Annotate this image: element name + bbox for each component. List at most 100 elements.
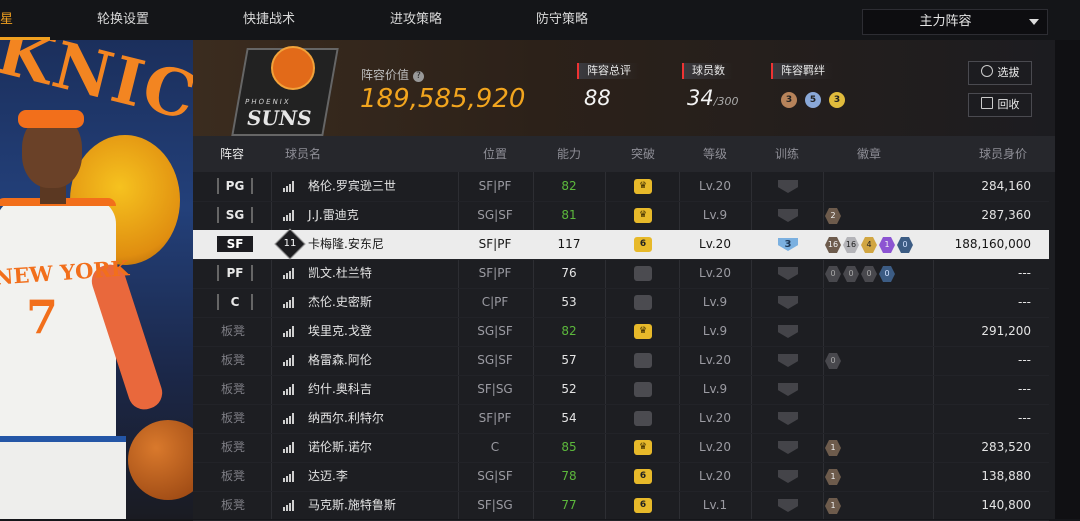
tab-rotation-settings[interactable]: 轮换设置	[80, 0, 166, 40]
shorts	[0, 436, 126, 519]
badge-icon[interactable]: 0	[879, 266, 895, 282]
header-badges[interactable]: 徽章	[833, 136, 905, 172]
player-portrait: KNICKS NEW YORK 7	[0, 40, 193, 519]
badge-icon[interactable]: 2	[825, 208, 841, 224]
header-value[interactable]: 球员身价	[953, 136, 1053, 172]
player-name[interactable]: 格雷森.阿伦	[308, 346, 372, 375]
player-name[interactable]: 埃里克.戈登	[308, 317, 372, 346]
signal-bars-icon	[283, 326, 297, 337]
player-ability: 54	[561, 411, 577, 425]
player-name[interactable]: 达迈.李	[308, 462, 348, 491]
signal-bar	[286, 302, 288, 308]
badge-icon[interactable]: 1	[879, 237, 895, 253]
player-table: 阵容 球员名 位置 能力 突破 等级 训练 徽章 球员身价 PG 格伦.罗宾逊三世…	[193, 136, 1055, 521]
table-row[interactable]: 板凳 诺伦斯.诺尔 C 85 ♛ Lv.20 1 283,520	[193, 433, 1049, 463]
player-name[interactable]: 杰伦.史密斯	[308, 288, 372, 317]
training-shield-icon	[778, 296, 798, 309]
lineup-slot-c: C	[217, 294, 253, 310]
table-row[interactable]: 板凳 马克斯.施特鲁斯 SF|SG 77 6 Lv.1 1 140,800	[193, 491, 1049, 521]
header-training[interactable]: 训练	[751, 136, 823, 172]
tab-lineup[interactable]: 星	[0, 0, 14, 40]
tab-defense-strategy[interactable]: 防守策略	[519, 0, 605, 40]
training-shield-icon	[778, 209, 798, 222]
scrollbar[interactable]	[1055, 40, 1080, 519]
badge-icon[interactable]: 1	[825, 498, 841, 514]
tab-offense-strategy[interactable]: 进攻策略	[373, 0, 459, 40]
table-row[interactable]: PG 格伦.罗宾逊三世 SF|PF 82 ♛ Lv.20 284,160	[193, 172, 1049, 202]
player-name[interactable]: 卡梅隆.安东尼	[308, 230, 384, 259]
select-button-label: 选拔	[997, 66, 1020, 79]
badge-icon[interactable]: 0	[825, 353, 841, 369]
table-row[interactable]: SF 11 卡梅隆.安东尼 SF|PF 117 6 Lv.20 3 16 16 4 1 0 188,160…	[193, 228, 1049, 260]
table-row[interactable]: 板凳 埃里克.戈登 SG|SF 82 ♛ Lv.9 291,200	[193, 317, 1049, 347]
bond-icon-1[interactable]: 3	[781, 92, 797, 108]
header-name[interactable]: 球员名	[273, 136, 333, 172]
training-shield-icon	[778, 325, 798, 338]
player-level: Lv.20	[699, 469, 731, 483]
table-row[interactable]: C 杰伦.史密斯 C|PF 53 · Lv.9 ---	[193, 288, 1049, 318]
bond-icon-3[interactable]: 3	[829, 92, 845, 108]
signal-bar	[292, 355, 294, 366]
header-lineup[interactable]: 阵容	[193, 136, 271, 172]
lineup-slot-bench: 板凳	[220, 440, 245, 454]
player-name[interactable]: 格伦.罗宾逊三世	[308, 172, 396, 201]
player-value: ---	[1018, 411, 1031, 425]
player-level: Lv.20	[699, 353, 731, 367]
badge-icon[interactable]: 0	[843, 266, 859, 282]
header-level[interactable]: 等级	[679, 136, 751, 172]
player-name[interactable]: 马克斯.施特鲁斯	[308, 491, 396, 520]
signal-bar	[292, 471, 294, 482]
signal-bar	[286, 331, 288, 337]
player-name[interactable]: 诺伦斯.诺尔	[308, 433, 372, 462]
roster-dropdown[interactable]: 主力阵容	[862, 9, 1048, 35]
help-icon[interactable]: ?	[413, 71, 425, 82]
badge-icon[interactable]: 4	[861, 237, 877, 253]
signal-bar	[289, 329, 291, 337]
player-name[interactable]: 凯文.杜兰特	[308, 259, 372, 288]
bond-icon-2[interactable]: 5	[805, 92, 821, 108]
player-name[interactable]: 纳西尔.利特尔	[308, 404, 384, 433]
table-row[interactable]: 板凳 达迈.李 SG|SF 78 6 Lv.20 1 138,880	[193, 462, 1049, 492]
recycle-button-label: 回收	[997, 98, 1020, 111]
badge-icon[interactable]: 0	[861, 266, 877, 282]
table-row[interactable]: 板凳 纳西尔.利特尔 SF|PF 54 · Lv.20 ---	[193, 404, 1049, 434]
signal-bar	[292, 268, 294, 279]
signal-bar	[283, 507, 285, 511]
signal-bar	[292, 413, 294, 424]
player-value: 291,200	[981, 324, 1031, 338]
player-name[interactable]: 约什.奥科吉	[308, 375, 372, 404]
badge-icon[interactable]: 0	[825, 266, 841, 282]
player-count-value: 34	[687, 86, 714, 110]
signal-bar	[289, 387, 291, 395]
signal-bar	[289, 416, 291, 424]
player-position: SG|SF	[477, 469, 513, 483]
badge-icon[interactable]: 1	[825, 469, 841, 485]
tab-quick-tactics[interactable]: 快捷战术	[226, 0, 312, 40]
player-name[interactable]: J.J.雷迪克	[308, 201, 359, 230]
break-level-badge: 6	[634, 469, 652, 484]
header-ability[interactable]: 能力	[533, 136, 605, 172]
badge-icon[interactable]: 16	[843, 237, 859, 253]
top-nav: 星 轮换设置 快捷战术 进攻策略 防守策略 主力阵容	[0, 0, 1080, 41]
signal-bar	[283, 217, 285, 221]
table-row[interactable]: 板凳 约什.奥科吉 SF|SG 52 · Lv.9 ---	[193, 375, 1049, 405]
header-break[interactable]: 突破	[607, 136, 679, 172]
player-level: Lv.9	[702, 295, 728, 309]
recycle-button[interactable]: 回收	[968, 93, 1032, 117]
player-level: Lv.20	[699, 266, 731, 280]
rank-badge-icon: 11	[274, 228, 306, 260]
select-button[interactable]: 选拔	[968, 61, 1032, 85]
overall-rating-label: 阵容总评	[577, 63, 639, 79]
header-position[interactable]: 位置	[459, 136, 531, 172]
signal-bar	[283, 188, 285, 192]
lineup-slot-bench: 板凳	[220, 498, 245, 512]
badge-icon[interactable]: 0	[897, 237, 913, 253]
signal-bar	[283, 333, 285, 337]
badge-icon[interactable]: 16	[825, 237, 841, 253]
break-empty-icon: ·	[634, 295, 652, 310]
player-value: 283,520	[981, 440, 1031, 454]
table-row[interactable]: SG J.J.雷迪克 SG|SF 81 ♛ Lv.9 2 287,360	[193, 201, 1049, 231]
table-row[interactable]: PF 凯文.杜兰特 SF|PF 76 · Lv.20 0 0 0 0 ---	[193, 259, 1049, 289]
badge-icon[interactable]: 1	[825, 440, 841, 456]
table-row[interactable]: 板凳 格雷森.阿伦 SG|SF 57 · Lv.20 0 ---	[193, 346, 1049, 376]
